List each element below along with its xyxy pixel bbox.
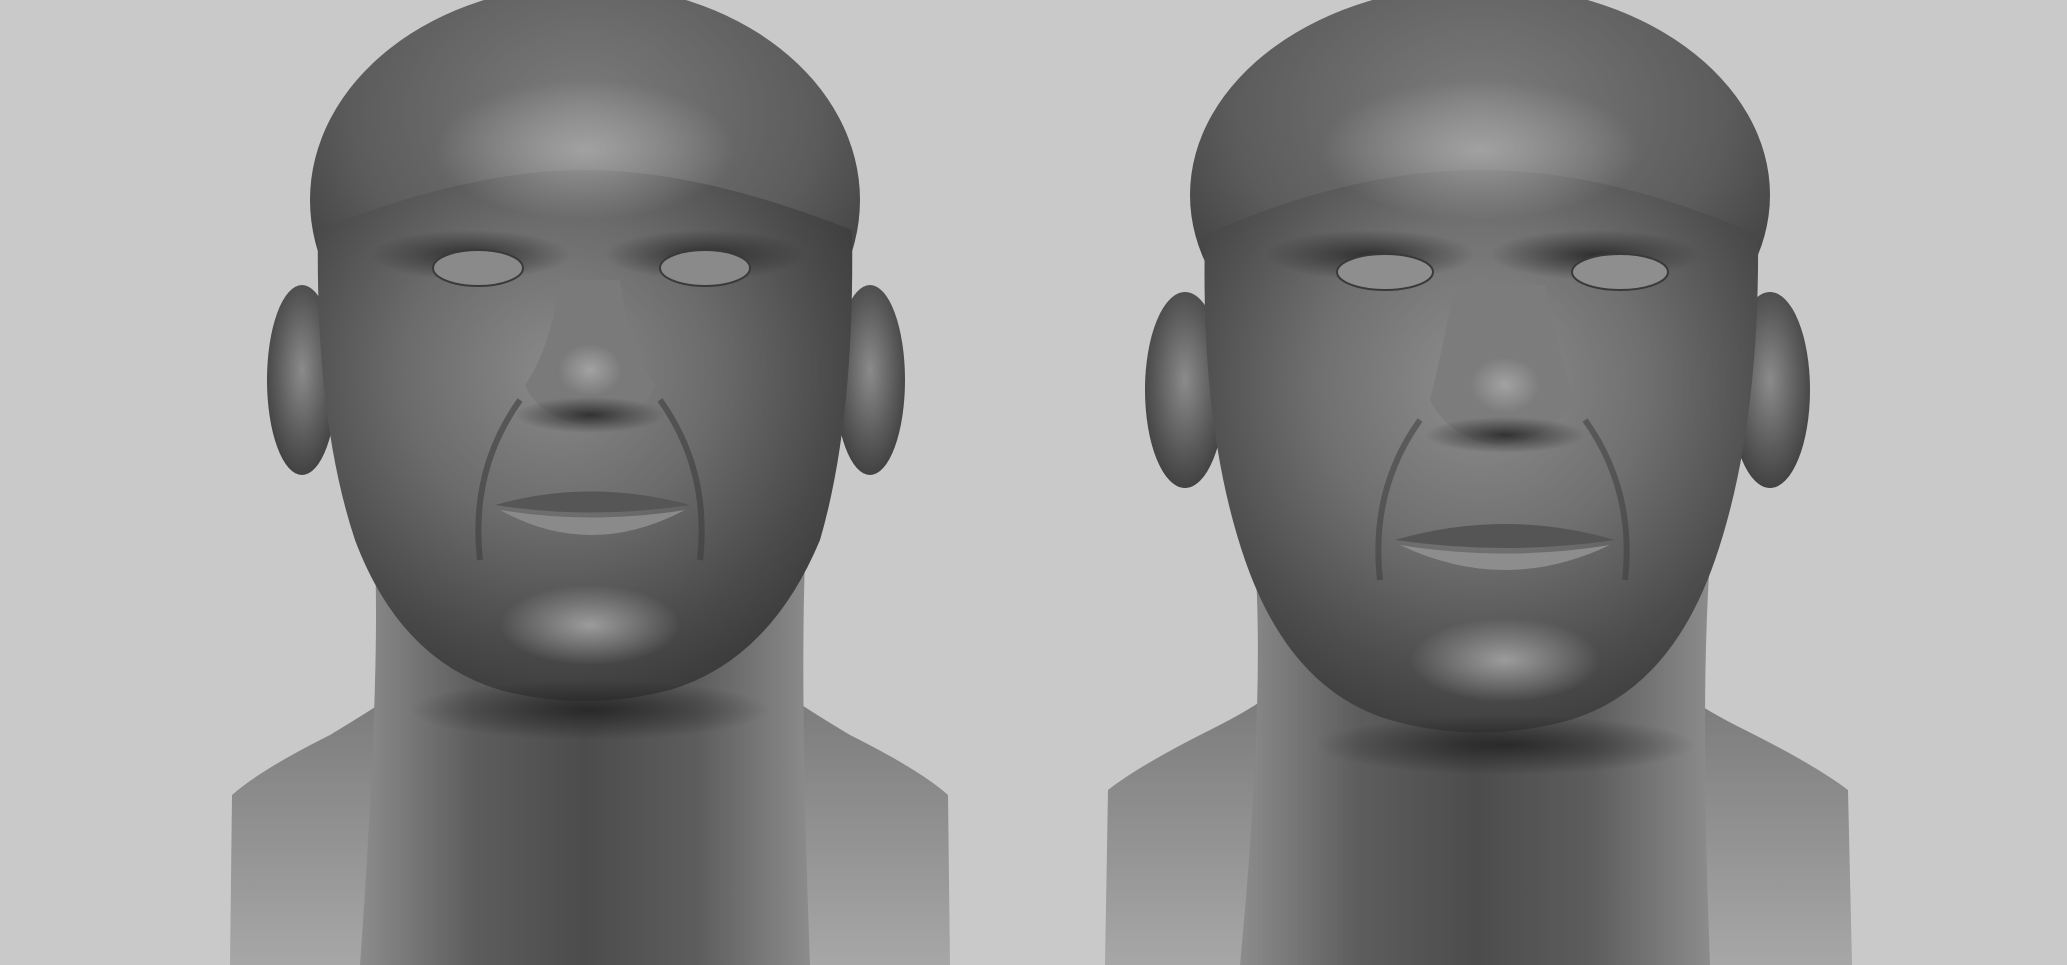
bust-left-nose-tip (558, 344, 622, 396)
bust-left-nose-shadow (515, 397, 665, 433)
bust-right-jaw-shadow (1315, 715, 1695, 775)
bust-right-chin (1410, 618, 1600, 702)
bust-left-forehead-highlight (435, 80, 735, 220)
sculpt-bust-left (230, 0, 950, 965)
scene-svg (230, 0, 1852, 965)
bust-right-eye-left (1336, 253, 1434, 291)
bust-left-eye-right (659, 249, 751, 287)
bust-right-nose-shadow (1425, 417, 1585, 453)
bust-right-eye-right (1571, 253, 1669, 291)
bust-left-jaw-shadow (410, 680, 770, 740)
bust-right-forehead-highlight (1320, 80, 1640, 220)
render-canvas (0, 0, 2067, 965)
sculpt-bust-right (1105, 0, 1852, 965)
bust-right-nose-tip (1470, 357, 1540, 413)
bust-left-eye-left (432, 249, 524, 287)
bust-left-chin (500, 585, 680, 665)
